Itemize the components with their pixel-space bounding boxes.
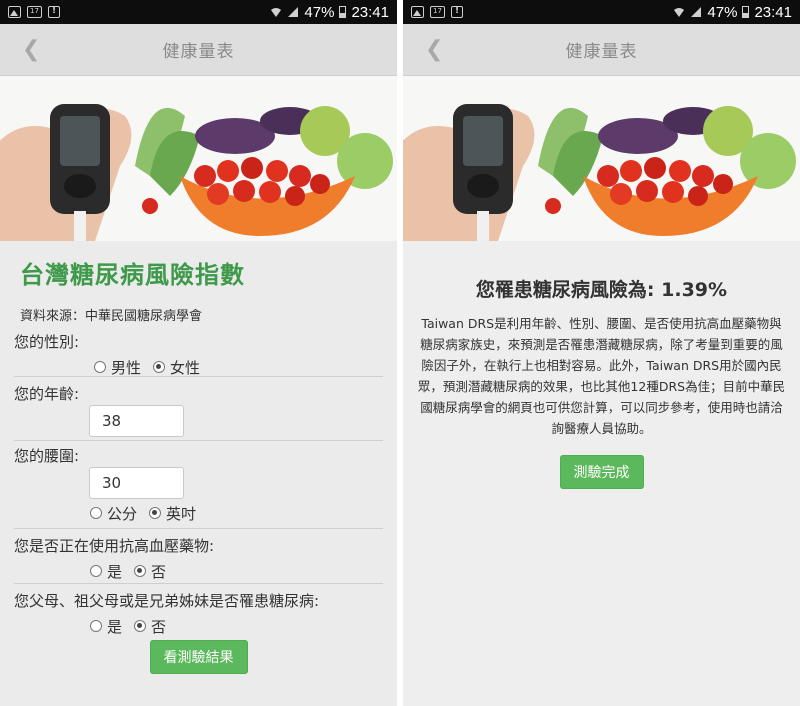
back-chevron-icon[interactable]: ❮	[425, 37, 443, 62]
battery-icon	[742, 6, 750, 18]
clock: 23:41	[351, 3, 389, 21]
radio-icon[interactable]	[94, 361, 106, 373]
battery-icon	[339, 6, 347, 18]
alert-icon: !	[451, 6, 463, 18]
age-label: 您的年齡:	[14, 385, 80, 403]
image-icon	[411, 6, 424, 18]
status-bar: 17 ! 47% 23:41	[403, 0, 800, 24]
risk-form: 台灣糖尿病風險指數 資料來源：中華民國糖尿病學會 您的性別: 男性 女性 您的年…	[0, 241, 397, 674]
calendar-icon: 17	[27, 6, 42, 18]
clock: 23:41	[754, 3, 792, 21]
radio-icon[interactable]	[149, 507, 162, 519]
family-yes-option[interactable]: 是	[90, 616, 122, 637]
bp-med-yes-option[interactable]: 是	[90, 561, 122, 582]
bp-med-options: 是 否	[14, 557, 383, 585]
app-bar: ❮ 健康量表	[0, 24, 397, 76]
calendar-icon: 17	[430, 6, 445, 18]
gender-question: 您的性別: 男性 女性	[14, 325, 383, 377]
wifi-icon	[674, 8, 685, 17]
radio-icon[interactable]	[153, 361, 166, 373]
hero-image	[0, 76, 397, 241]
bp-med-question: 您是否正在使用抗高血壓藥物: 是 否	[14, 529, 383, 584]
unit-inch-option[interactable]: 英吋	[149, 503, 196, 524]
app-bar: ❮ 健康量表	[403, 24, 800, 76]
alert-icon: !	[48, 6, 60, 18]
radio-icon[interactable]	[90, 620, 102, 632]
wifi-icon	[271, 8, 282, 17]
waist-unit-options: 公分 英吋	[14, 499, 383, 527]
page-title: 健康量表	[565, 42, 638, 62]
screenshot-canvas: 17 ! 47% 23:41 ❮ 健康量表 台灣糖尿病風險指數 資料來源：中華民…	[0, 0, 800, 706]
data-source: 資料來源：中華民國糖尿病學會	[20, 309, 203, 324]
signal-icon	[691, 7, 702, 17]
bp-med-label: 您是否正在使用抗高血壓藥物:	[14, 537, 215, 555]
family-label: 您父母、祖父母或是兄弟姊妹是否罹患糖尿病:	[14, 592, 320, 610]
page-title: 健康量表	[162, 42, 235, 62]
battery-percent: 47%	[707, 3, 738, 21]
family-options: 是 否	[14, 612, 383, 640]
radio-icon[interactable]	[90, 507, 102, 519]
view-result-button[interactable]: 看測驗結果	[149, 640, 248, 674]
radio-icon[interactable]	[134, 565, 147, 577]
back-chevron-icon[interactable]: ❮	[22, 37, 40, 62]
waist-question: 您的腰圍: 公分 英吋	[14, 441, 383, 529]
waist-label: 您的腰圍:	[14, 447, 80, 465]
gender-label: 您的性別:	[14, 333, 80, 351]
bp-med-no-option[interactable]: 否	[134, 561, 166, 582]
phone-result-screen: 17 ! 47% 23:41 ❮ 健康量表 您罹患糖尿病風險為: 1.39% T…	[403, 0, 800, 706]
unit-cm-option[interactable]: 公分	[90, 503, 137, 524]
gender-male-option[interactable]: 男性	[94, 357, 141, 378]
done-button[interactable]: 測驗完成	[559, 455, 644, 489]
radio-icon[interactable]	[90, 565, 102, 577]
status-bar: 17 ! 47% 23:41	[0, 0, 397, 24]
result-description: Taiwan DRS是利用年齡、性別、腰圍、是否使用抗高血壓藥物與糖尿病家族史，…	[417, 316, 786, 436]
family-no-option[interactable]: 否	[134, 616, 166, 637]
image-icon	[8, 6, 21, 18]
family-question: 您父母、祖父母或是兄弟姊妹是否罹患糖尿病: 是 否	[14, 584, 383, 640]
gender-female-option[interactable]: 女性	[153, 357, 200, 378]
age-input[interactable]	[89, 405, 184, 437]
hero-image	[403, 76, 800, 241]
phone-form-screen: 17 ! 47% 23:41 ❮ 健康量表 台灣糖尿病風險指數 資料來源：中華民…	[0, 0, 397, 706]
result-title: 您罹患糖尿病風險為: 1.39%	[475, 279, 728, 301]
waist-input[interactable]	[89, 467, 184, 499]
signal-icon	[288, 7, 299, 17]
form-heading: 台灣糖尿病風險指數	[20, 261, 245, 289]
age-question: 您的年齡:	[14, 377, 383, 441]
radio-icon[interactable]	[134, 620, 147, 632]
battery-percent: 47%	[304, 3, 335, 21]
